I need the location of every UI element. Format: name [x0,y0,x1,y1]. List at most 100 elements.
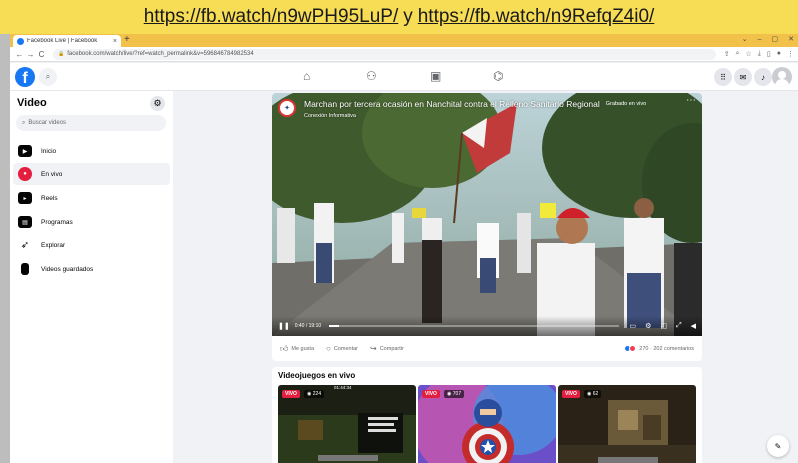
live-games-section: Videojuegos en vivo 01:44:34 VIVO ◉ 224 [272,367,702,463]
sidebar-item-programas[interactable]: ▤ Programas [13,211,170,233]
profile-icon[interactable]: ● [777,50,781,58]
gear-icon[interactable]: ⚙ [150,96,165,111]
back-button[interactable]: ← [14,50,25,59]
browser-menu-icon[interactable]: ⋮ [787,50,794,58]
live-badge: VIVO [422,390,440,398]
explore-rocket-icon: ➶ [20,239,30,251]
zoom-icon[interactable]: ⌕ [736,50,740,58]
reactions-summary[interactable]: 270 · 202 comentarios [624,345,694,352]
sidebar-title: Video [17,97,47,109]
address-bar: ← → C 🔒 facebook.com/watch/live/?ref=wat… [10,47,798,62]
volume-icon[interactable]: ◀ [691,322,696,330]
comment-label: Comentar [333,345,358,352]
captions-icon[interactable]: ▭ [629,322,636,330]
compose-message-icon[interactable]: ✎ [767,435,789,457]
settings-gear-icon[interactable]: ⚙ [645,322,651,330]
search-icon[interactable]: ⌕ [39,68,57,86]
video-title[interactable]: Marchan por tercera ocasión en Nanchital… [304,99,600,109]
avatar[interactable] [772,67,792,87]
search-videos-input[interactable]: ⌕ Buscar videos [16,115,166,131]
download-icon[interactable]: ⤓ [758,50,761,58]
facebook-logo[interactable]: f [15,67,35,87]
viewer-count: ◉ 224 [304,390,325,398]
gaming-icon[interactable]: ⌬ [493,69,503,83]
reaction-count: 270 · 202 comentarios [639,345,694,352]
play-screen-icon: ▶ [18,145,32,157]
video-title-row: ✦ Marchan por tercera ocasión en Nanchit… [278,99,696,119]
video-sidebar: Video ⚙ ⌕ Buscar videos ▶ Inicio ● En vi… [10,91,173,463]
sidebar-item-label: Explorar [41,241,66,249]
friends-icon[interactable]: ⚇ [366,69,377,83]
url-field[interactable]: 🔒 facebook.com/watch/live/?ref=watch_per… [53,48,716,60]
stream-timer: 01:44:34 [334,385,352,390]
sidebar-item-reels[interactable]: ▸ Reels [13,187,170,209]
channel-avatar[interactable]: ✦ [278,99,296,117]
browser-window: Facebook Live | Facebook × + ⌄ – ▢ ✕ ← →… [10,34,798,463]
banner-link-2[interactable]: https://fb.watch/n9RefqZ4i0/ [418,6,655,28]
tab-close-icon[interactable]: × [113,38,117,45]
video-progress-bar[interactable] [329,325,620,327]
sidebar-item-label: En vivo [41,170,63,178]
marketplace-icon[interactable]: ▣ [430,69,441,83]
section-title: Videojuegos en vivo [278,371,356,380]
lock-icon: 🔒 [58,51,65,57]
caption-banner: https://fb.watch/n9wPH95LuP/ y https://f… [0,0,798,34]
tab-strip: Facebook Live | Facebook × + ⌄ – ▢ ✕ [10,34,798,47]
sidebar-item-label: Inicio [41,147,57,155]
sidebar-item-videos-guardados[interactable]: Videos guardados [13,258,170,280]
sidebar-item-en-vivo[interactable]: ● En vivo [13,163,170,185]
video-time: 0:40 / 19:10 [294,323,322,329]
more-options-icon[interactable]: ⋯ [686,95,696,106]
miniplayer-icon[interactable]: ◰ [660,322,667,330]
live-camera-icon: ● [18,167,32,181]
thumbs-up-icon: 👍︎ [280,343,289,353]
menu-grid-icon[interactable]: ⠿ [714,68,732,86]
tab-search-icon[interactable]: ⌄ [742,34,748,46]
live-stream-thumbnail-3[interactable]: VIVO ◉ 62 [558,385,696,463]
comment-button[interactable]: ○ Comentar [326,344,358,353]
sidebar-item-label: Reels [41,194,58,202]
fullscreen-icon[interactable]: ⤢ [676,322,682,330]
url-text: facebook.com/watch/live/?ref=watch_perma… [67,51,254,57]
window-controls: ⌄ – ▢ ✕ [742,34,794,46]
forward-button[interactable]: → [25,50,36,59]
browser-tab[interactable]: Facebook Live | Facebook × [13,35,121,47]
video-actions-bar: 👍︎ Me gusta ○ Comentar ↪ Compartir 270 ·… [272,336,702,361]
share-button[interactable]: ↪ Compartir [370,344,404,353]
video-card: ✦ Marchan por tercera ocasión en Nanchit… [272,93,702,361]
search-placeholder: Buscar videos [28,120,67,126]
sidebar-item-explorar[interactable]: ➶ Explorar [13,234,170,256]
live-badge: VIVO [562,390,580,398]
live-stream-thumbnail-2[interactable]: VIVO ◉ 707 [418,385,556,463]
sidepanel-icon[interactable]: ▯ [767,50,771,58]
pause-icon[interactable]: ❚❚ [278,322,290,330]
bookmark-icon [21,263,29,275]
home-icon[interactable]: ⌂ [303,69,310,83]
video-progress-fill [329,325,340,327]
share-label: Compartir [379,345,404,352]
banner-link-1[interactable]: https://fb.watch/n9wPH95LuP/ [144,6,399,28]
reload-button[interactable]: C [36,50,47,59]
like-button[interactable]: 👍︎ Me gusta [280,344,314,354]
share-page-icon[interactable]: ⇪ [724,50,730,58]
channel-name[interactable]: Conexión Informativa [304,113,646,119]
facebook-favicon-icon [17,37,24,45]
extension-icons: ⇪ ⌕ ☆ ⤓ ▯ ● ⋮ [724,50,794,58]
maximize-button[interactable]: ▢ [772,34,779,46]
share-icon: ↪ [370,344,377,353]
new-tab-button[interactable]: + [124,34,130,46]
messenger-icon[interactable]: ✉ [734,68,752,86]
bell-icon[interactable]: ♪ [754,68,772,86]
sidebar-item-inicio[interactable]: ▶ Inicio [13,140,170,162]
like-label: Me gusta [291,345,314,352]
live-stream-thumbnail-1[interactable]: 01:44:34 VIVO ◉ 224 [278,385,416,463]
close-window-button[interactable]: ✕ [788,34,794,46]
love-reaction-icon [629,345,637,352]
live-badge: VIVO [282,390,300,398]
video-controls: ❚❚ 0:40 / 19:10 ▭ ⚙ ◰ ⤢ ◀ [272,316,702,336]
shows-icon: ▤ [18,216,32,228]
video-player[interactable]: ✦ Marchan por tercera ocasión en Nanchit… [272,93,702,336]
comment-icon: ○ [326,344,331,353]
minimize-button[interactable]: – [758,34,762,46]
bookmark-star-icon[interactable]: ☆ [746,50,752,58]
